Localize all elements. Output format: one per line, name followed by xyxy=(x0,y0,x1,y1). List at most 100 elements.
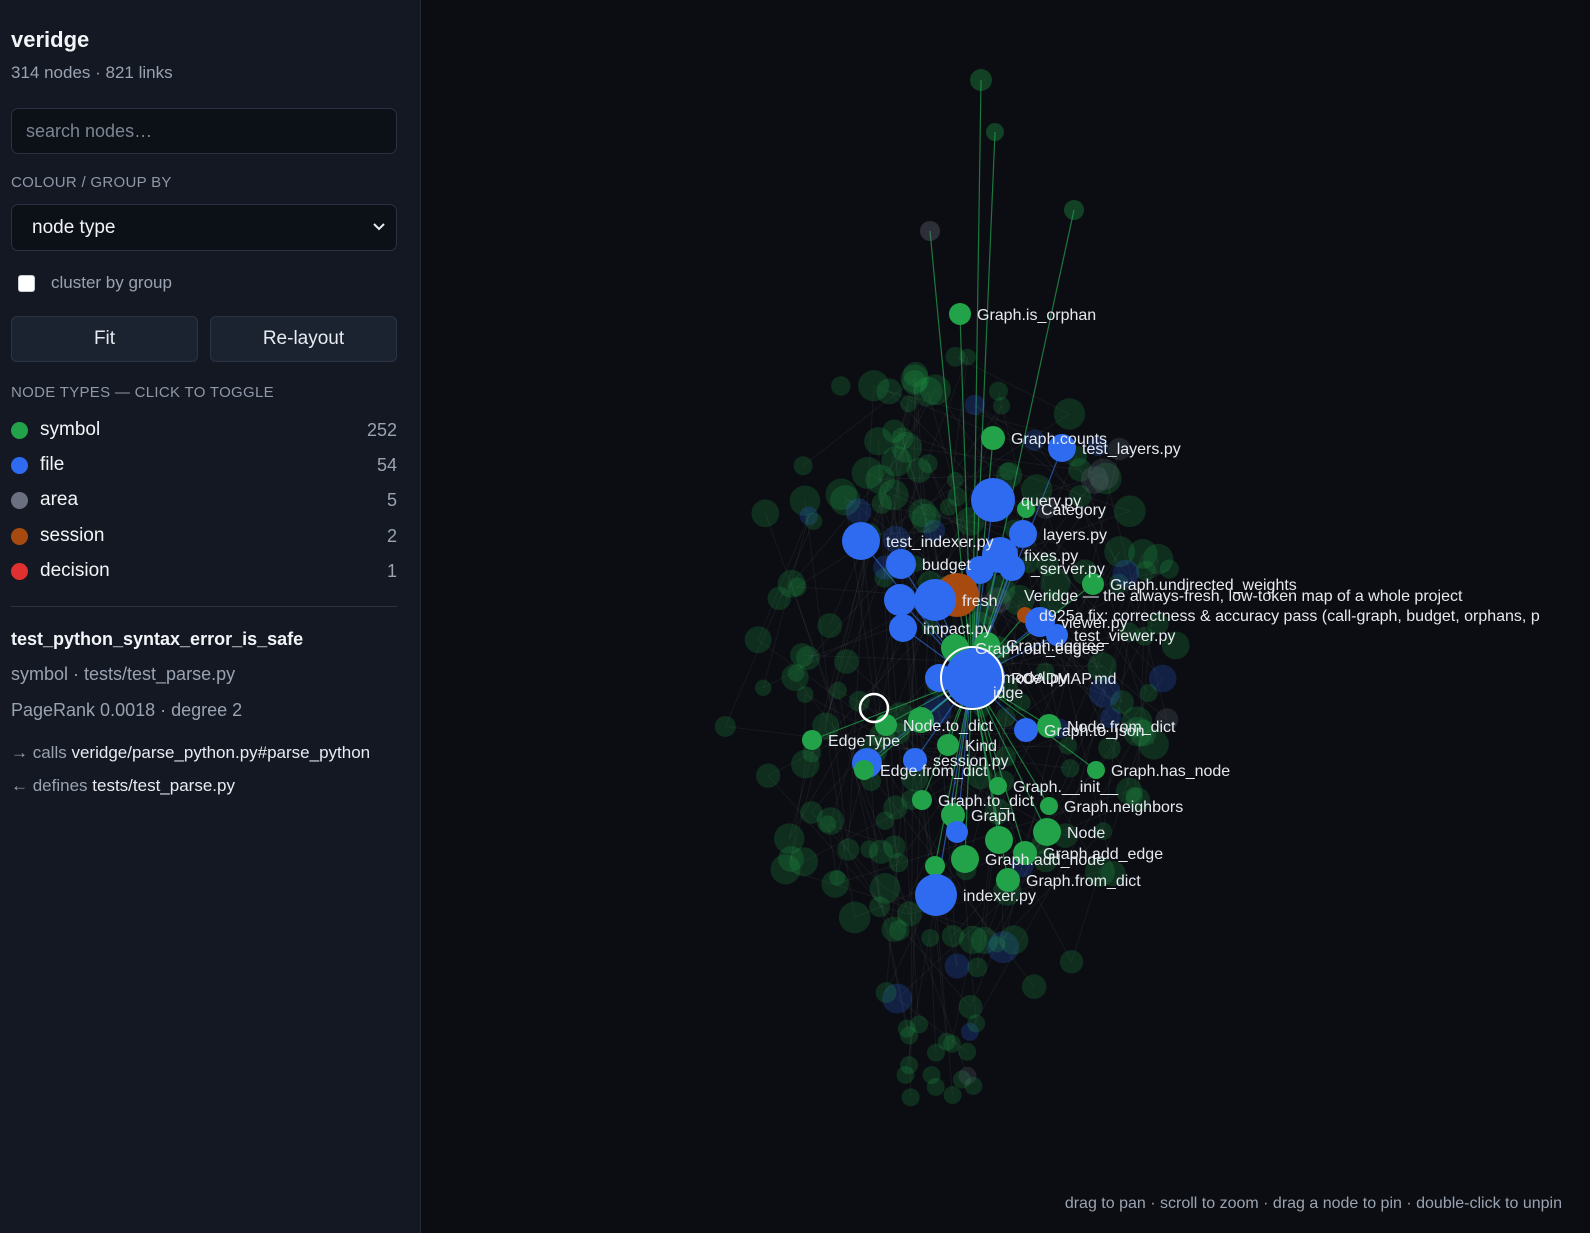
calls-target[interactable]: veridge/parse_python.py#parse_python xyxy=(71,743,370,762)
graph-node[interactable] xyxy=(838,901,871,934)
graph-node[interactable] xyxy=(837,838,860,861)
graph-node[interactable] xyxy=(995,707,1016,727)
graph-node[interactable] xyxy=(951,845,979,873)
graph-node[interactable] xyxy=(1113,495,1146,528)
legend-item-area[interactable]: area 5 xyxy=(11,485,397,515)
graph-node[interactable] xyxy=(959,348,976,366)
graph-node[interactable] xyxy=(877,479,909,511)
graph-node[interactable] xyxy=(949,303,971,325)
graph-node[interactable] xyxy=(876,378,903,405)
graph-node[interactable] xyxy=(860,840,879,859)
graph-node[interactable] xyxy=(981,426,1005,450)
graph-node[interactable] xyxy=(886,549,916,579)
graph-node[interactable] xyxy=(881,916,907,942)
graph-node[interactable] xyxy=(845,498,872,525)
graph-node[interactable] xyxy=(767,586,792,611)
graph-node[interactable] xyxy=(864,427,893,456)
graph-node[interactable] xyxy=(942,1034,961,1053)
graph-node[interactable] xyxy=(958,1066,977,1085)
graph-node[interactable] xyxy=(988,381,1009,401)
graph-node[interactable] xyxy=(967,957,988,978)
graph-node[interactable] xyxy=(912,790,932,810)
graph-node[interactable] xyxy=(744,626,772,654)
graph-node[interactable] xyxy=(958,925,988,955)
graph-node[interactable] xyxy=(854,760,874,780)
graph-node[interactable] xyxy=(921,928,940,947)
graph-node[interactable] xyxy=(1098,736,1121,760)
legend-item-symbol[interactable]: symbol 252 xyxy=(11,415,397,445)
graph-node[interactable] xyxy=(927,1043,946,1062)
legend-item-file[interactable]: file 54 xyxy=(11,450,397,480)
legend-item-session[interactable]: session 2 xyxy=(11,521,397,551)
graph-node[interactable] xyxy=(986,123,1004,141)
graph-node[interactable] xyxy=(793,456,813,476)
relayout-button[interactable]: Re-layout xyxy=(210,316,397,362)
graph-node[interactable] xyxy=(804,512,823,530)
graph-node[interactable] xyxy=(869,896,891,918)
graph-node[interactable] xyxy=(918,454,938,474)
graph-node[interactable] xyxy=(943,1086,962,1105)
calls-link[interactable]: → calls veridge/parse_python.py#parse_py… xyxy=(11,743,370,763)
graph-node[interactable] xyxy=(911,503,942,534)
graph-node[interactable] xyxy=(919,374,951,406)
graph-node[interactable] xyxy=(818,815,837,833)
search-input[interactable] xyxy=(11,108,397,154)
graph-node[interactable] xyxy=(944,953,970,979)
graph-node[interactable] xyxy=(971,478,1015,522)
defines-link[interactable]: ← defines tests/test_parse.py xyxy=(11,776,235,796)
graph-node[interactable] xyxy=(802,730,822,750)
graph-node[interactable] xyxy=(1033,818,1061,846)
graph-node[interactable] xyxy=(834,649,859,674)
graph-node[interactable] xyxy=(1064,200,1084,220)
graph-node[interactable] xyxy=(900,1056,919,1075)
graph-node[interactable] xyxy=(970,69,992,91)
graph-node[interactable] xyxy=(1060,759,1080,778)
graph-node[interactable] xyxy=(770,854,801,885)
graph-node[interactable] xyxy=(1014,718,1038,742)
graph-node[interactable] xyxy=(1139,683,1158,703)
graph-svg[interactable]: Graph.is_orphanGraph.countstest_layers.p… xyxy=(422,0,1590,1233)
graph-node[interactable] xyxy=(914,579,956,621)
graph-node[interactable] xyxy=(875,982,897,1004)
graph-node[interactable] xyxy=(1087,761,1105,779)
group-by-select[interactable]: node type xyxy=(11,204,397,251)
graph-node[interactable] xyxy=(755,679,772,697)
graph-node[interactable] xyxy=(1159,559,1179,579)
defines-target[interactable]: tests/test_parse.py xyxy=(92,776,235,795)
cluster-checkbox[interactable] xyxy=(18,274,35,292)
graph-node[interactable] xyxy=(900,395,917,413)
graph-node[interactable] xyxy=(829,681,847,700)
graph-node[interactable] xyxy=(829,869,846,886)
graph-node[interactable] xyxy=(851,457,884,489)
legend-item-decision[interactable]: decision 1 xyxy=(11,556,397,586)
graph-node[interactable] xyxy=(1059,950,1084,974)
graph-node[interactable] xyxy=(947,487,967,507)
graph-node[interactable] xyxy=(925,856,945,876)
graph-node[interactable] xyxy=(889,614,917,642)
graph-node[interactable] xyxy=(751,499,780,528)
graph-node[interactable] xyxy=(756,763,781,788)
graph-canvas[interactable]: Graph.is_orphan Graph.counts test_layers.p… xyxy=(422,0,1590,1233)
graph-node[interactable] xyxy=(1053,398,1086,430)
graph-node[interactable] xyxy=(925,664,953,692)
graph-node[interactable] xyxy=(831,376,851,396)
graph-node[interactable] xyxy=(989,936,1006,953)
graph-node[interactable] xyxy=(884,584,916,616)
graph-node[interactable] xyxy=(795,645,821,670)
graph-node[interactable] xyxy=(1040,797,1058,815)
graph-node[interactable] xyxy=(926,1077,945,1096)
graph-node[interactable] xyxy=(817,613,843,638)
graph-node[interactable] xyxy=(714,715,736,737)
graph-node[interactable] xyxy=(897,1019,916,1038)
cluster-toggle[interactable]: cluster by group xyxy=(18,273,172,293)
graph-node[interactable] xyxy=(967,1014,986,1033)
graph-node[interactable] xyxy=(915,874,957,916)
graph-node[interactable] xyxy=(1021,974,1047,999)
graph-node[interactable] xyxy=(888,852,909,873)
graph-node[interactable] xyxy=(964,394,986,416)
fit-button[interactable]: Fit xyxy=(11,316,198,362)
graph-node[interactable] xyxy=(920,221,940,241)
graph-node[interactable] xyxy=(947,471,964,489)
graph-node[interactable] xyxy=(1087,458,1120,491)
graph-node[interactable] xyxy=(999,555,1025,581)
